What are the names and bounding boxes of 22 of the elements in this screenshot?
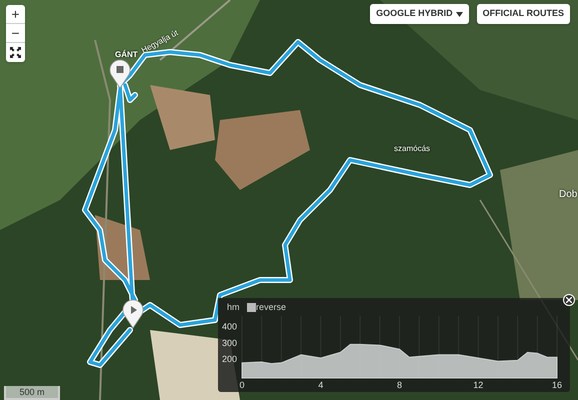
unit-label: hm [227,301,240,313]
x-tick-label: 8 [397,380,402,390]
zoom-out-button[interactable]: − [6,24,25,43]
fullscreen-icon [10,47,21,58]
start-marker-icon[interactable] [122,299,144,329]
map-label: GÁNT [115,51,138,59]
map-label: Dob [559,190,578,200]
y-tick-label: 300 [222,338,238,348]
x-tick-label: 4 [318,380,324,390]
zoom-in-button[interactable]: + [6,5,25,24]
finish-marker-icon[interactable] [109,59,131,89]
x-tick-label: 12 [473,380,484,390]
x-tick-label: 16 [552,380,562,390]
reverse-checkbox[interactable]: reverse [247,301,286,313]
scale-bar: 500 m [4,386,60,400]
close-icon [566,297,572,303]
x-tick-label: 0 [240,380,244,390]
map-label: szamócás [394,145,430,153]
y-tick-label: 200 [222,354,238,364]
y-tick-label: 400 [222,322,238,332]
map-layer-button[interactable]: GOOGLE HYBRID [370,4,469,24]
map-layer-button[interactable]: OFFICIAL ROUTES [476,4,570,24]
